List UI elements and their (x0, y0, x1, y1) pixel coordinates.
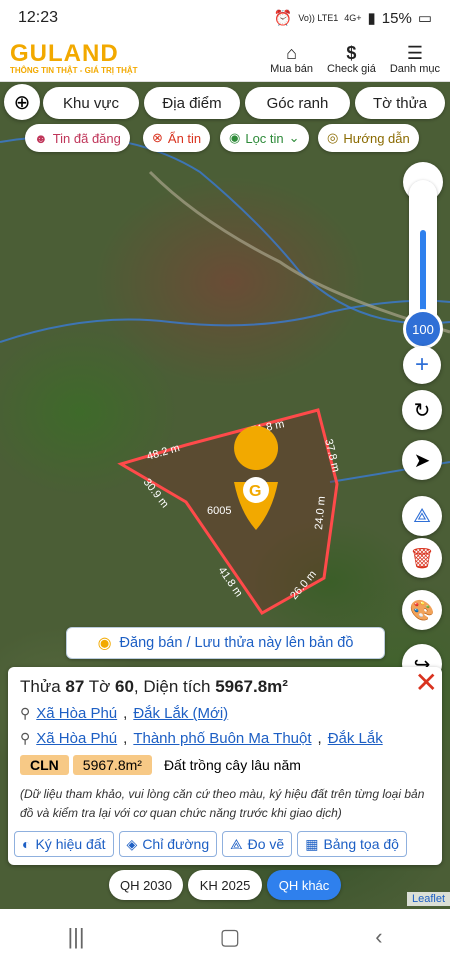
close-icon: ✕ (414, 667, 438, 698)
plan-other-button[interactable]: QH khác (267, 870, 341, 900)
location-pin-icon: ⚲ (20, 705, 31, 721)
filter-place-button[interactable]: Địa điểm (144, 87, 240, 119)
palette-icon: ◐ (22, 836, 31, 852)
plus-icon: + (414, 351, 429, 378)
zoom-value[interactable]: 100 (403, 309, 443, 349)
chip-posted[interactable]: ☻ Tin đã đăng (25, 124, 130, 152)
chip-guide[interactable]: ◎ Hướng dẫn (318, 124, 419, 152)
chevron-down-icon: ⌄ (288, 130, 300, 145)
menu-icon: ☰ (406, 42, 423, 63)
land-symbol-button[interactable]: ◐ Ký hiệu đất (14, 831, 114, 857)
delete-button[interactable]: 🗑 (402, 538, 442, 578)
close-circle-icon: ⊗ (152, 130, 163, 145)
post-parcel-button[interactable]: ◉ Đăng bán / Lưu thửa này lên bản đồ (66, 627, 385, 659)
house-icon: ⌂ (286, 42, 297, 63)
pin-icon: ◉ (229, 130, 241, 145)
battery-percent: 15% (381, 9, 412, 27)
svg-text:G: G (249, 483, 261, 500)
measure-icon: ⟁ (413, 504, 431, 527)
refresh-icon: ↻ (413, 399, 431, 422)
refresh-button[interactable]: ↻ (402, 390, 442, 430)
city-link[interactable]: Thành phố Buôn Ma Thuột (133, 730, 311, 747)
province-link[interactable]: Đắk Lắk (328, 730, 383, 747)
land-use-row: CLN 5967.8m² Đất trồng cây lâu năm (20, 755, 430, 775)
measure-draw-button[interactable]: ⟁ Đo vẽ (222, 831, 293, 857)
navigate-button[interactable]: ➤ (402, 440, 442, 480)
logo[interactable]: GULAND THÔNG TIN THẬT - GIÁ TRỊ THẬT (10, 40, 138, 76)
guland-pin-icon: ◉ (97, 635, 112, 652)
location-pin-icon: ⚲ (20, 730, 31, 746)
home-icon[interactable]: ▢ (220, 924, 241, 950)
posts-icon: ☻ (34, 130, 48, 146)
commune-link[interactable]: Xã Hòa Phú (36, 730, 117, 747)
network-label: Vo)) LTE1 (298, 13, 339, 23)
parcel-info-panel: Thửa 87 Tờ 60, Diện tích 5967.8m² ✕ ⚲ Xã… (8, 667, 442, 865)
filter-area-button[interactable]: Khu vực (43, 87, 139, 119)
chip-hide[interactable]: ⊗ Ẩn tin (143, 124, 211, 152)
status-bar: 12:23 ⏰ Vo)) LTE1 4G+ ▮ 15% ▭ (0, 0, 450, 36)
province-link[interactable]: Đắk Lắk (Mới) (133, 705, 228, 722)
dollar-icon: $ (346, 42, 357, 63)
land-code-badge: CLN (20, 755, 69, 775)
directions-button[interactable]: ◈ Chỉ đường (118, 831, 218, 857)
land-type: Đất trồng cây lâu năm (163, 757, 301, 773)
disclaimer: (Dữ liệu tham khảo, vui lòng căn cứ theo… (20, 787, 425, 820)
plan-2025-button[interactable]: KH 2025 (188, 870, 262, 900)
locate-me-button[interactable]: ⊕ (4, 84, 40, 120)
back-icon[interactable]: ‹ (375, 924, 382, 950)
guide-icon: ◎ (327, 130, 339, 145)
measure-button[interactable]: ⟁ (402, 496, 442, 536)
location-old: ⚲ Xã Hòa Phú, Thành phố Buôn Ma Thuột, Đ… (20, 730, 383, 747)
land-area-badge: 5967.8m² (72, 755, 152, 775)
palette-icon: 🎨 (409, 599, 435, 622)
commune-link[interactable]: Xã Hòa Phú (36, 705, 117, 722)
plan-2030-button[interactable]: QH 2030 (109, 870, 183, 900)
table-icon: ▦ (305, 835, 319, 852)
filter-parcel-button[interactable]: Tờ thửa (355, 87, 445, 119)
trash-icon: 🗑 (409, 547, 435, 570)
parcel-title: Thửa 87 Tờ 60, Diện tích 5967.8m² (20, 677, 288, 696)
zoom-slider[interactable] (409, 180, 437, 330)
signal-icon: ▮ (367, 10, 376, 27)
recent-apps-icon[interactable]: ||| (67, 924, 84, 950)
directions-icon: ◈ (126, 835, 138, 852)
zoom-in-button[interactable]: + (403, 346, 441, 384)
coordinates-table-button[interactable]: ▦ Bảng tọa độ (297, 831, 407, 857)
app-header: GULAND THÔNG TIN THẬT - GIÁ TRỊ THẬT ⌂ Mu… (0, 36, 450, 82)
nav-menu[interactable]: ☰ Danh mục (390, 43, 440, 75)
brand-name: GULAND (10, 40, 119, 67)
filter-corner-button[interactable]: Góc ranh (245, 87, 350, 119)
layers-button[interactable]: 🎨 (402, 590, 442, 630)
measure-icon: ⟁ (230, 835, 243, 852)
network-type: 4G+ (344, 13, 362, 23)
nav-buy-sell[interactable]: ⌂ Mua bán (270, 43, 313, 75)
location-new: ⚲ Xã Hòa Phú, Đắk Lắk (Mới) (20, 705, 229, 722)
chip-filter[interactable]: ◉ Lọc tin ⌄ (220, 124, 309, 152)
clock: 12:23 (18, 9, 59, 26)
alarm-icon: ⏰ (273, 10, 293, 27)
header-nav: ⌂ Mua bán $ Check giá ☰ Danh mục (270, 43, 440, 75)
android-nav-bar: ||| ▢ ‹ (0, 909, 450, 965)
navigation-arrow-icon: ➤ (413, 449, 431, 472)
close-panel-button[interactable]: ✕ (415, 669, 438, 697)
area-label: 6005 (207, 505, 231, 517)
battery-icon: ▭ (417, 10, 432, 27)
brand-slogan: THÔNG TIN THẬT - GIÁ TRỊ THẬT (10, 66, 138, 75)
panel-actions: ◐ Ký hiệu đất ◈ Chỉ đường ⟁ Đo vẽ ▦ Bảng tọa… (14, 831, 407, 857)
status-icons: ⏰ Vo)) LTE1 4G+ ▮ 15% ▭ (273, 9, 432, 28)
crosshair-icon: ⊕ (13, 91, 31, 114)
nav-check-price[interactable]: $ Check giá (327, 43, 376, 75)
map-attribution[interactable]: Leaflet (406, 892, 450, 906)
